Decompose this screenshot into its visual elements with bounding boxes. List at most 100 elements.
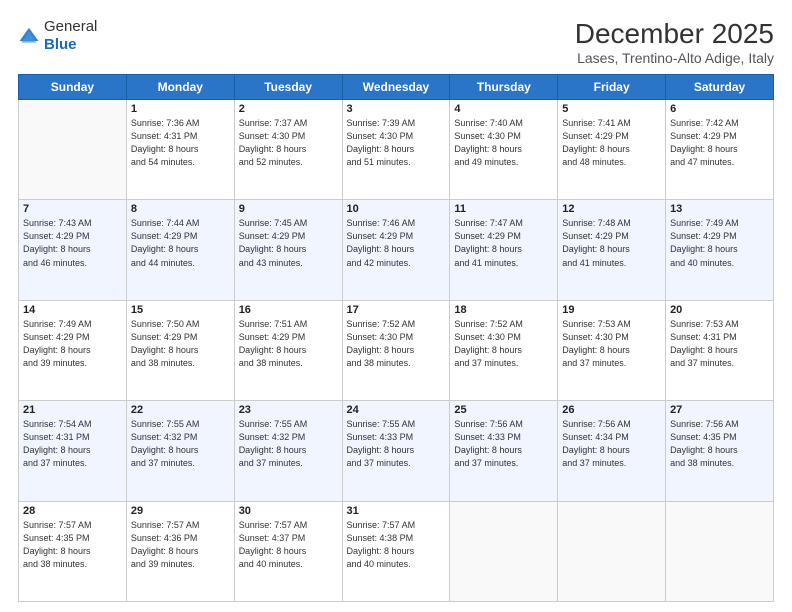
day-info: Sunrise: 7:56 AM Sunset: 4:34 PM Dayligh… [562,418,661,470]
table-row: 1 Sunrise: 7:36 AM Sunset: 4:31 PM Daylig… [126,100,234,200]
table-row: 24 Sunrise: 7:55 AM Sunset: 4:33 PM Dayli… [342,401,450,501]
day-info: Sunrise: 7:50 AM Sunset: 4:29 PM Dayligh… [131,318,230,370]
col-sunday: Sunday [19,75,127,100]
col-tuesday: Tuesday [234,75,342,100]
table-row: 29 Sunrise: 7:57 AM Sunset: 4:36 PM Dayli… [126,501,234,601]
day-info: Sunrise: 7:57 AM Sunset: 4:37 PM Dayligh… [239,519,338,571]
col-thursday: Thursday [450,75,558,100]
day-info: Sunrise: 7:49 AM Sunset: 4:29 PM Dayligh… [23,318,122,370]
day-number: 11 [454,203,553,215]
day-info: Sunrise: 7:36 AM Sunset: 4:31 PM Dayligh… [131,117,230,169]
day-number: 19 [562,304,661,316]
calendar-header-row: Sunday Monday Tuesday Wednesday Thursday… [19,75,774,100]
col-saturday: Saturday [666,75,774,100]
table-row: 8Sunrise: 7:44 AM Sunset: 4:29 PM Daylig… [126,200,234,300]
day-number: 29 [131,505,230,517]
logo-general: General [44,18,97,35]
table-row: 28 Sunrise: 7:57 AM Sunset: 4:35 PM Dayli… [19,501,127,601]
day-info: Sunrise: 7:53 AM Sunset: 4:31 PM Dayligh… [670,318,769,370]
day-number: 12 [562,203,661,215]
day-number: 31 [347,505,446,517]
day-number: 26 [562,404,661,416]
table-row [19,100,127,200]
day-info: Sunrise: 7:46 AM Sunset: 4:29 PM Dayligh… [347,217,446,269]
table-row: 22Sunrise: 7:55 AM Sunset: 4:32 PM Dayli… [126,401,234,501]
page: General Blue December 2025 Lases, Trenti… [0,0,792,612]
day-info: Sunrise: 7:54 AM Sunset: 4:31 PM Dayligh… [23,418,122,470]
day-number: 6 [670,103,769,115]
day-info: Sunrise: 7:42 AM Sunset: 4:29 PM Dayligh… [670,117,769,169]
day-number: 1 [131,103,230,115]
day-info: Sunrise: 7:47 AM Sunset: 4:29 PM Dayligh… [454,217,553,269]
table-row: 12 Sunrise: 7:48 AM Sunset: 4:29 PM Dayli… [558,200,666,300]
day-info: Sunrise: 7:49 AM Sunset: 4:29 PM Dayligh… [670,217,769,269]
table-row: 16Sunrise: 7:51 AM Sunset: 4:29 PM Dayli… [234,300,342,400]
table-row: 30Sunrise: 7:57 AM Sunset: 4:37 PM Dayli… [234,501,342,601]
day-number: 9 [239,203,338,215]
subtitle: Lases, Trentino-Alto Adige, Italy [575,50,774,66]
table-row: 27 Sunrise: 7:56 AM Sunset: 4:35 PM Dayli… [666,401,774,501]
day-info: Sunrise: 7:56 AM Sunset: 4:35 PM Dayligh… [670,418,769,470]
day-number: 28 [23,505,122,517]
day-info: Sunrise: 7:57 AM Sunset: 4:36 PM Dayligh… [131,519,230,571]
day-number: 20 [670,304,769,316]
day-info: Sunrise: 7:37 AM Sunset: 4:30 PM Dayligh… [239,117,338,169]
day-info: Sunrise: 7:45 AM Sunset: 4:29 PM Dayligh… [239,217,338,269]
day-number: 4 [454,103,553,115]
day-number: 23 [239,404,338,416]
table-row: 3 Sunrise: 7:39 AM Sunset: 4:30 PM Daylig… [342,100,450,200]
table-row [666,501,774,601]
day-number: 3 [347,103,446,115]
day-number: 13 [670,203,769,215]
table-row: 6 Sunrise: 7:42 AM Sunset: 4:29 PM Daylig… [666,100,774,200]
table-row: 9 Sunrise: 7:45 AM Sunset: 4:29 PM Daylig… [234,200,342,300]
day-number: 5 [562,103,661,115]
table-row: 7 Sunrise: 7:43 AM Sunset: 4:29 PM Daylig… [19,200,127,300]
day-number: 15 [131,304,230,316]
day-number: 22 [131,404,230,416]
table-row: 25 Sunrise: 7:56 AM Sunset: 4:33 PM Dayli… [450,401,558,501]
table-row: 18Sunrise: 7:52 AM Sunset: 4:30 PM Dayli… [450,300,558,400]
calendar-week-row: 14 Sunrise: 7:49 AM Sunset: 4:29 PM Dayli… [19,300,774,400]
table-row: 21 Sunrise: 7:54 AM Sunset: 4:31 PM Dayli… [19,401,127,501]
day-info: Sunrise: 7:57 AM Sunset: 4:35 PM Dayligh… [23,519,122,571]
day-info: Sunrise: 7:56 AM Sunset: 4:33 PM Dayligh… [454,418,553,470]
table-row: 10Sunrise: 7:46 AM Sunset: 4:29 PM Dayli… [342,200,450,300]
day-number: 7 [23,203,122,215]
table-row [558,501,666,601]
table-row: 23 Sunrise: 7:55 AM Sunset: 4:32 PM Dayli… [234,401,342,501]
day-info: Sunrise: 7:55 AM Sunset: 4:33 PM Dayligh… [347,418,446,470]
table-row: 31 Sunrise: 7:57 AM Sunset: 4:38 PM Dayli… [342,501,450,601]
calendar-week-row: 21 Sunrise: 7:54 AM Sunset: 4:31 PM Dayli… [19,401,774,501]
day-number: 27 [670,404,769,416]
day-info: Sunrise: 7:48 AM Sunset: 4:29 PM Dayligh… [562,217,661,269]
table-row: 15 Sunrise: 7:50 AM Sunset: 4:29 PM Dayli… [126,300,234,400]
day-info: Sunrise: 7:41 AM Sunset: 4:29 PM Dayligh… [562,117,661,169]
day-info: Sunrise: 7:39 AM Sunset: 4:30 PM Dayligh… [347,117,446,169]
table-row: 14 Sunrise: 7:49 AM Sunset: 4:29 PM Dayli… [19,300,127,400]
col-friday: Friday [558,75,666,100]
day-info: Sunrise: 7:52 AM Sunset: 4:30 PM Dayligh… [347,318,446,370]
calendar-week-row: 1 Sunrise: 7:36 AM Sunset: 4:31 PM Daylig… [19,100,774,200]
day-number: 16 [239,304,338,316]
logo-icon [18,25,40,47]
day-number: 21 [23,404,122,416]
title-block: December 2025 Lases, Trentino-Alto Adige… [575,18,774,66]
header: General Blue December 2025 Lases, Trenti… [18,18,774,66]
day-number: 25 [454,404,553,416]
day-info: Sunrise: 7:57 AM Sunset: 4:38 PM Dayligh… [347,519,446,571]
day-info: Sunrise: 7:43 AM Sunset: 4:29 PM Dayligh… [23,217,122,269]
day-number: 24 [347,404,446,416]
col-wednesday: Wednesday [342,75,450,100]
table-row: 5 Sunrise: 7:41 AM Sunset: 4:29 PM Daylig… [558,100,666,200]
table-row: 13 Sunrise: 7:49 AM Sunset: 4:29 PM Dayli… [666,200,774,300]
main-title: December 2025 [575,18,774,50]
table-row: 26 Sunrise: 7:56 AM Sunset: 4:34 PM Dayli… [558,401,666,501]
day-info: Sunrise: 7:55 AM Sunset: 4:32 PM Dayligh… [239,418,338,470]
table-row [450,501,558,601]
day-number: 14 [23,304,122,316]
logo-text: General Blue [44,18,97,54]
day-number: 17 [347,304,446,316]
calendar-week-row: 28 Sunrise: 7:57 AM Sunset: 4:35 PM Dayli… [19,501,774,601]
day-number: 8 [131,203,230,215]
